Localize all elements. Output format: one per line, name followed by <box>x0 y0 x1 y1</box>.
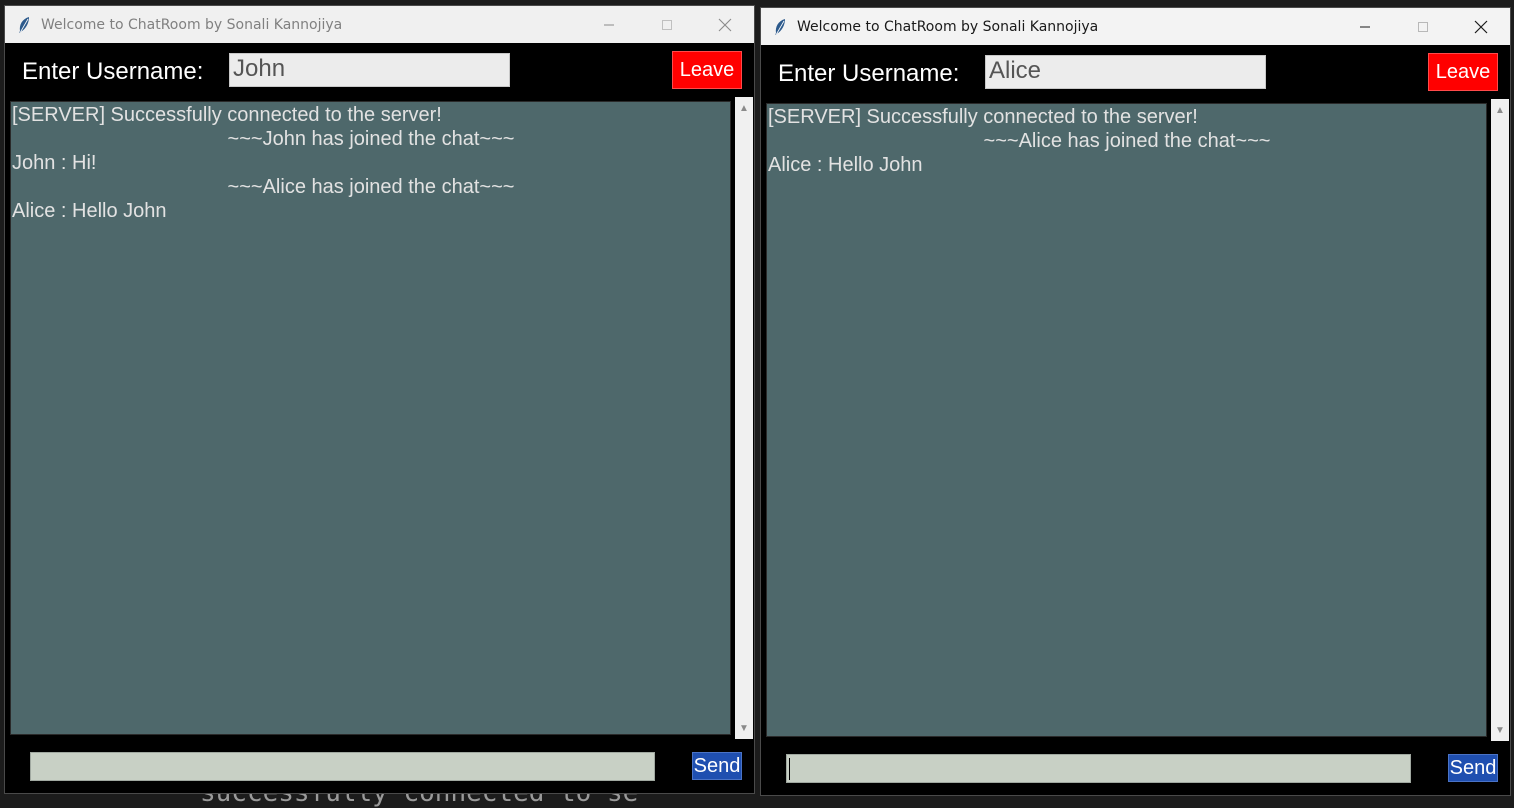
maximize-button[interactable] <box>638 6 696 43</box>
feather-icon <box>15 16 33 34</box>
username-input[interactable]: John <box>229 53 510 87</box>
chat-message: Alice : Hello John <box>12 200 167 222</box>
scroll-up-icon[interactable]: ▲ <box>1491 101 1509 119</box>
username-label: Enter Username: <box>778 60 960 87</box>
leave-button[interactable]: Leave <box>672 51 742 89</box>
send-button[interactable]: Send <box>692 752 742 780</box>
minimize-button[interactable] <box>1336 8 1394 45</box>
chat-window-john: Welcome to ChatRoom by Sonali Kannojiya … <box>4 5 755 794</box>
chat-window-alice: Welcome to ChatRoom by Sonali Kannojiya … <box>760 7 1511 796</box>
window-title: Welcome to ChatRoom by Sonali Kannojiya <box>797 18 1099 35</box>
username-input[interactable]: Alice <box>985 55 1266 89</box>
chat-scrollbar[interactable]: ▲ ▼ <box>735 97 753 739</box>
chat-log[interactable]: [SERVER] Successfully connected to the s… <box>10 101 731 735</box>
text-caret <box>789 758 790 780</box>
chat-message: John : Hi! <box>12 152 97 174</box>
feather-icon <box>771 18 789 36</box>
scroll-down-icon[interactable]: ▼ <box>1491 721 1509 739</box>
chat-log[interactable]: [SERVER] Successfully connected to the s… <box>766 103 1487 737</box>
chat-message: [SERVER] Successfully connected to the s… <box>12 104 442 126</box>
username-label: Enter Username: <box>22 58 204 85</box>
titlebar[interactable]: Welcome to ChatRoom by Sonali Kannojiya <box>761 8 1510 45</box>
minimize-button[interactable] <box>580 6 638 43</box>
scroll-down-icon[interactable]: ▼ <box>735 719 753 737</box>
close-button[interactable] <box>696 6 754 43</box>
chat-scrollbar[interactable]: ▲ ▼ <box>1491 99 1509 741</box>
chat-message: ~~~Alice has joined the chat~~~ <box>983 130 1271 152</box>
chat-message: Alice : Hello John <box>768 154 923 176</box>
scroll-up-icon[interactable]: ▲ <box>735 99 753 117</box>
chat-message: ~~~Alice has joined the chat~~~ <box>227 176 515 198</box>
maximize-button[interactable] <box>1394 8 1452 45</box>
close-button[interactable] <box>1452 8 1510 45</box>
send-button[interactable]: Send <box>1448 754 1498 782</box>
leave-button[interactable]: Leave <box>1428 53 1498 91</box>
message-input[interactable] <box>30 752 655 781</box>
chat-message: ~~~John has joined the chat~~~ <box>227 128 515 150</box>
window-title: Welcome to ChatRoom by Sonali Kannojiya <box>41 16 343 33</box>
chat-message: [SERVER] Successfully connected to the s… <box>768 106 1198 128</box>
titlebar[interactable]: Welcome to ChatRoom by Sonali Kannojiya <box>5 6 754 43</box>
message-input[interactable] <box>786 754 1411 783</box>
